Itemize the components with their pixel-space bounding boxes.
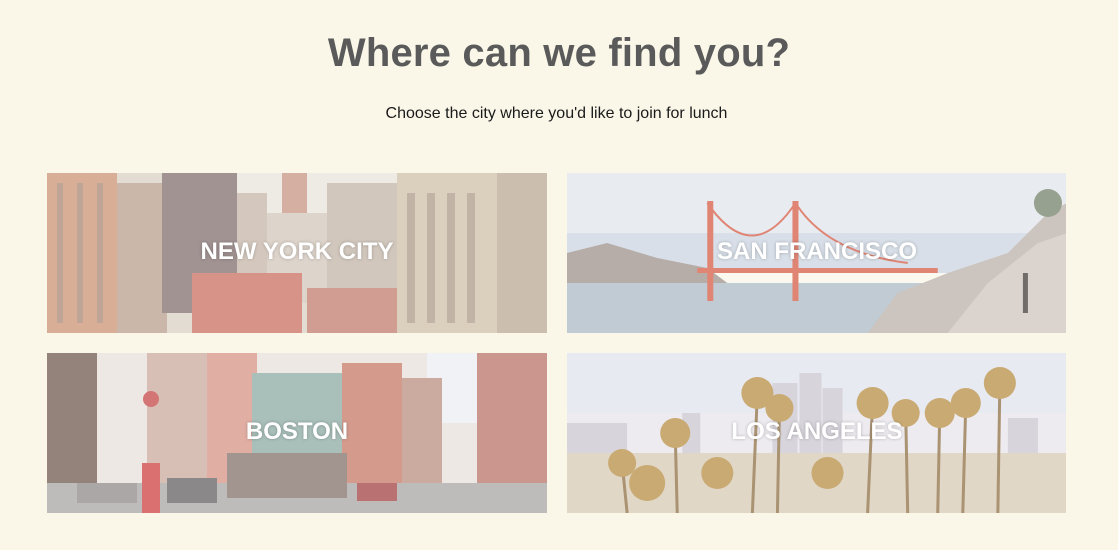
city-card-new-york-city[interactable]: NEW YORK CITY <box>47 173 547 333</box>
page-subtitle: Choose the city where you'd like to join… <box>385 105 728 122</box>
city-card-boston[interactable]: BOSTON <box>47 353 547 513</box>
city-label-san-francisco: SAN FRANCISCO <box>716 238 917 265</box>
city-card-los-angeles[interactable]: LOS ANGELES <box>567 353 1066 513</box>
city-label-boston: BOSTON <box>245 418 349 445</box>
page-title: Where can we find you? <box>327 31 791 75</box>
city-card-san-francisco[interactable]: SAN FRANCISCO <box>567 173 1066 333</box>
city-label-los-angeles: LOS ANGELES <box>731 418 903 445</box>
city-label-new-york-city: NEW YORK CITY <box>200 238 394 265</box>
